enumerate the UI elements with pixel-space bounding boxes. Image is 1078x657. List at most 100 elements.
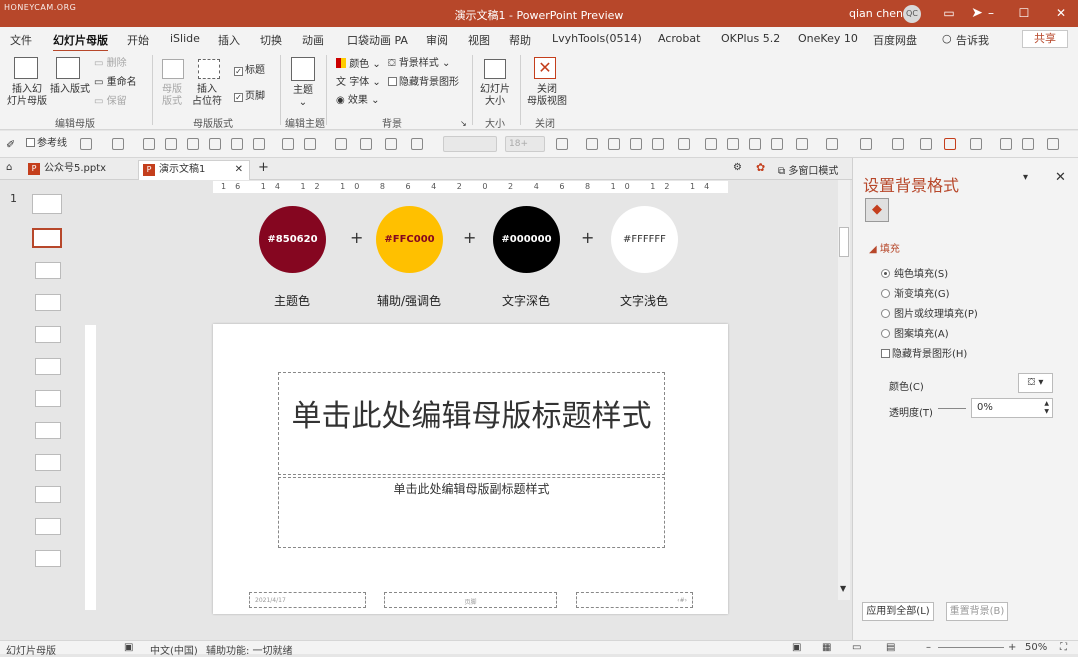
picture-fill-radio[interactable]: 图片或纹理填充(P) (881, 305, 978, 320)
themes-button[interactable]: 主题 ⌄ (293, 85, 313, 109)
bring-forward-icon[interactable] (652, 138, 664, 150)
doc-tab-presentation1[interactable]: P 演示文稿1 ✕ (138, 160, 250, 180)
tab-islide[interactable]: iSlide (170, 32, 200, 45)
fill-tab-icon[interactable]: ◆ (865, 198, 889, 222)
tab-transitions[interactable]: 切换 (260, 32, 282, 48)
swatch-theme[interactable]: #850620 (259, 206, 326, 273)
arrange-icon[interactable] (892, 138, 904, 150)
multi-window-button[interactable]: ⧉ 多窗口模式 (778, 162, 838, 177)
page-number-placeholder[interactable]: ‹#› (576, 592, 693, 608)
send-backward-icon[interactable] (678, 138, 690, 150)
group-icon[interactable] (608, 138, 620, 150)
tab-review[interactable]: 审阅 (426, 32, 448, 48)
tell-me-search[interactable]: 告诉我 (956, 32, 989, 48)
align-middle-icon[interactable] (231, 138, 243, 150)
align-left-icon[interactable] (143, 138, 155, 150)
outline-icon[interactable] (385, 138, 397, 150)
slide-size-button[interactable]: 幻灯片 大小 (480, 84, 510, 108)
reset-background-button[interactable]: 重置背景(B) (946, 602, 1008, 621)
thumbnail-layout[interactable] (35, 358, 61, 375)
gradient-fill-radio[interactable]: 渐变填充(G) (881, 285, 950, 300)
fill-color-icon[interactable] (335, 138, 347, 150)
scroll-down-icon[interactable]: ▼ (840, 584, 846, 593)
pane-close-icon[interactable]: ✕ (1055, 170, 1066, 185)
slide-sorter-icon[interactable]: ▦ (822, 642, 831, 653)
thumbnail-layout[interactable] (35, 262, 61, 279)
dialog-launcher-icon[interactable]: ↘ (460, 118, 467, 130)
rename-button[interactable]: ▭ 重命名 (94, 77, 137, 89)
thumbnail-layout-selected[interactable] (32, 228, 62, 248)
ungroup-icon[interactable] (630, 138, 642, 150)
text-align-center-icon[interactable] (727, 138, 739, 150)
zoom-out-icon[interactable]: – (926, 642, 931, 653)
zoom-level[interactable]: 50% (1025, 642, 1047, 653)
tab-onekey[interactable]: OneKey 10 (798, 32, 858, 45)
fit-to-window-icon[interactable]: ⛶ (1060, 642, 1067, 653)
scroll-thumb[interactable] (839, 227, 849, 257)
insert-master-button[interactable]: 插入幻 灯片母版 (7, 84, 47, 108)
more-icon[interactable] (1047, 138, 1059, 150)
tab-acrobat[interactable]: Acrobat (658, 32, 700, 45)
insert-layout-button[interactable]: 插入版式 (50, 84, 90, 96)
align-top-icon[interactable] (209, 138, 221, 150)
justify-icon[interactable] (771, 138, 783, 150)
thumbnail-master[interactable] (32, 194, 62, 214)
new-tab-icon[interactable]: + (258, 160, 269, 175)
selection-pane-icon[interactable] (920, 138, 932, 150)
zoom-in-icon[interactable]: + (1008, 642, 1016, 653)
settings-icon[interactable]: ✿ (756, 161, 765, 174)
language[interactable]: 中文(中国) (150, 642, 198, 657)
text-align-left-icon[interactable] (705, 138, 717, 150)
vertical-scrollbar[interactable]: ▼ (838, 180, 850, 600)
colors-dropdown[interactable]: 颜色 ⌄ (336, 58, 381, 71)
line-spacing-icon[interactable] (796, 138, 808, 150)
bg-styles-dropdown[interactable]: ⛋ 背景样式 ⌄ (388, 58, 450, 70)
align-center-icon[interactable] (165, 138, 177, 150)
thumbnail-layout[interactable] (35, 518, 61, 535)
close-master-view-button[interactable]: 关闭 母版视图 (527, 84, 567, 108)
tab-animations[interactable]: 动画 (302, 32, 324, 48)
fonts-dropdown[interactable]: 文 字体 ⌄ (336, 77, 381, 89)
thumbnail-layout[interactable] (35, 454, 61, 471)
tab-home[interactable]: 开始 (127, 32, 149, 48)
spellcheck-icon[interactable]: ▣ (124, 642, 133, 653)
font-size-select[interactable]: 18+ (505, 136, 545, 152)
title-placeholder[interactable]: 单击此处编辑母版标题样式 (278, 372, 665, 475)
eyedropper-icon[interactable] (360, 138, 372, 150)
slideshow-icon[interactable]: ▤ (886, 642, 895, 653)
tab-slide-master[interactable]: 幻灯片母版 (53, 32, 108, 52)
thumbnail-layout[interactable] (35, 326, 61, 343)
tab-lvyhtools[interactable]: LvyhTools(0514) (552, 32, 642, 45)
font-color-icon[interactable] (556, 138, 568, 150)
tab-pocket-animation[interactable]: 口袋动画 PA (347, 32, 408, 48)
avatar[interactable]: QC (903, 5, 921, 23)
hide-bg-checkbox[interactable]: 隐藏背景图形 (388, 77, 459, 89)
align-right-icon[interactable] (187, 138, 199, 150)
table-icon[interactable] (970, 138, 982, 150)
close-window-button[interactable]: ✕ (1050, 3, 1072, 23)
format-painter-icon[interactable]: ✐ (6, 138, 18, 151)
pin-icon[interactable]: ⚙ (733, 162, 742, 173)
shape-icon[interactable] (80, 138, 92, 150)
reading-view-icon[interactable]: ▭ (852, 642, 861, 653)
thumbnail-layout[interactable] (35, 390, 61, 407)
char-spacing-icon[interactable] (411, 138, 423, 150)
fill-section-header[interactable]: ◢ 填充 (869, 240, 900, 255)
tab-view[interactable]: 视图 (468, 32, 490, 48)
slide-canvas[interactable]: 单击此处编辑母版标题样式 单击此处编辑母版副标题样式 2021/4/17 页脚 … (213, 324, 728, 614)
ruler-icon[interactable] (1022, 138, 1034, 150)
list-icon[interactable] (1000, 138, 1012, 150)
delete-button[interactable]: ▭ 删除 (94, 58, 127, 70)
thumbnail-layout[interactable] (35, 422, 61, 439)
solid-fill-radio[interactable]: 纯色填充(S) (881, 265, 948, 280)
swatch-light-text[interactable]: #FFFFFF (611, 206, 678, 273)
pane-options-icon[interactable]: ▾ (1023, 172, 1028, 183)
tab-help[interactable]: 帮助 (509, 32, 531, 48)
home-icon[interactable]: ⌂ (6, 162, 12, 173)
accessibility-status[interactable]: 辅助功能: 一切就绪 (206, 642, 293, 657)
preserve-button[interactable]: ▭ 保留 (94, 96, 127, 108)
thumbnail-layout[interactable] (35, 486, 61, 503)
thumbnail-layout[interactable] (35, 294, 61, 311)
font-name-select[interactable] (443, 136, 497, 152)
close-tab-icon[interactable]: ✕ (235, 161, 243, 179)
